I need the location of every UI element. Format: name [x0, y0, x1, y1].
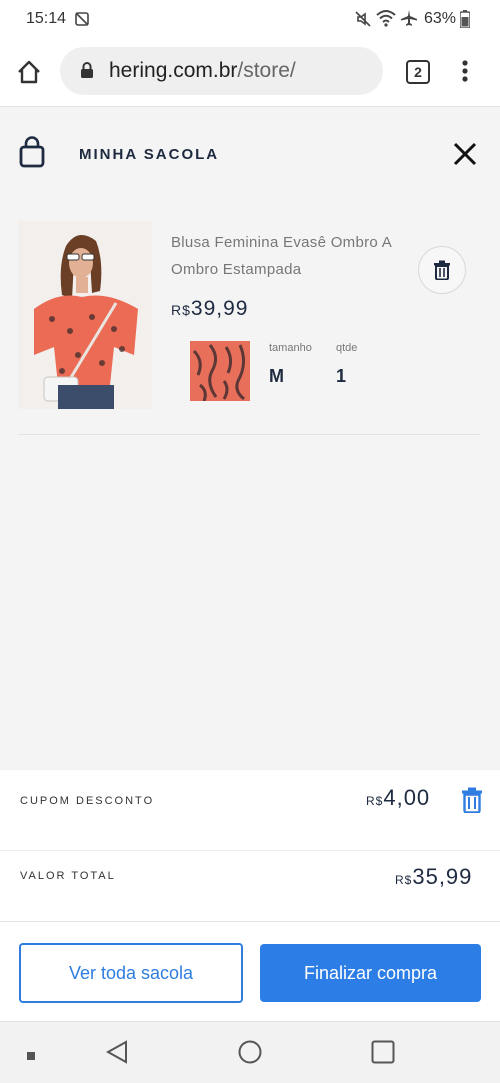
cart-title: MINHA SACOLA — [79, 146, 220, 163]
browser-toolbar: hering.com.br/store/ 2 — [0, 38, 500, 107]
size-label: tamanho — [269, 342, 312, 354]
qty-label: qtde — [336, 342, 358, 354]
cart-header: MINHA SACOLA — [0, 107, 500, 201]
total-row: VALOR TOTAL R$35,99 — [0, 851, 500, 921]
recents-icon[interactable] — [371, 1040, 395, 1069]
url-text: hering.com.br/store/ — [109, 59, 296, 83]
coupon-row: CUPOM DESCONTO R$4,00 — [0, 770, 500, 851]
trash-icon — [434, 260, 450, 280]
url-path: /store/ — [237, 59, 296, 82]
coupon-currency: R$ — [366, 794, 384, 808]
url-domain: hering.com.br — [109, 59, 238, 82]
dnd-off-icon — [74, 11, 90, 32]
coupon-amount: R$4,00 — [366, 785, 430, 811]
dot-icon — [27, 1047, 35, 1065]
coupon-value: 4,00 — [383, 785, 431, 810]
lock-icon — [80, 61, 94, 84]
remove-coupon-icon[interactable] — [461, 787, 483, 818]
tab-switcher-button[interactable]: 2 — [406, 60, 430, 84]
mute-icon — [354, 10, 372, 33]
product-name[interactable]: Blusa Feminina Evasê Ombro A Ombro Estam… — [171, 229, 401, 283]
status-time: 15:14 — [26, 10, 67, 27]
close-icon[interactable] — [452, 141, 478, 172]
qty-value: 1 — [336, 366, 347, 386]
battery-percent: 63% — [424, 10, 457, 27]
color-swatch — [190, 341, 250, 401]
size-value: M — [269, 366, 284, 386]
view-bag-button[interactable]: Ver toda sacola — [19, 943, 243, 1003]
overflow-menu-icon[interactable] — [458, 58, 472, 89]
system-nav-bar — [0, 1021, 500, 1083]
total-value: 35,99 — [412, 864, 473, 889]
back-icon[interactable] — [105, 1040, 128, 1069]
home-icon[interactable] — [16, 59, 42, 90]
wifi-icon — [376, 9, 396, 32]
address-bar[interactable]: hering.com.br/store/ — [60, 47, 383, 95]
coupon-label: CUPOM DESCONTO — [20, 795, 155, 807]
home-nav-icon[interactable] — [238, 1040, 262, 1069]
battery-icon — [459, 10, 471, 33]
total-amount: R$35,99 — [395, 864, 472, 890]
item-divider — [18, 434, 480, 435]
airplane-icon — [400, 9, 418, 32]
shopping-bag-icon — [19, 136, 45, 173]
total-label: VALOR TOTAL — [20, 870, 116, 882]
remove-item-button[interactable] — [418, 246, 466, 294]
total-currency: R$ — [395, 873, 413, 887]
product-price: R$39,99 — [171, 297, 248, 321]
product-price-value: 39,99 — [190, 297, 249, 320]
status-bar: 15:14 63% — [0, 0, 500, 38]
product-image[interactable] — [18, 221, 152, 409]
product-price-currency: R$ — [171, 302, 191, 318]
cart-actions: Ver toda sacola Finalizar compra — [0, 921, 500, 1022]
checkout-button[interactable]: Finalizar compra — [260, 944, 481, 1002]
